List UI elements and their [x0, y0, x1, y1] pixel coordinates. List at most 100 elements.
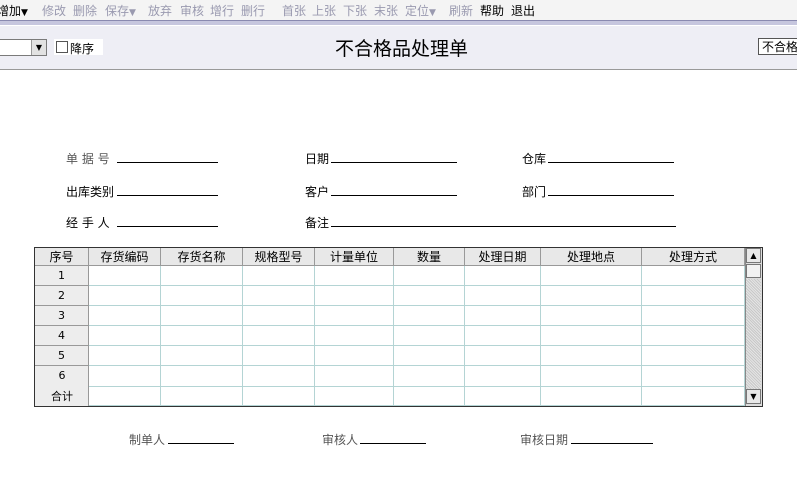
chevron-down-icon[interactable]: ▼	[31, 40, 46, 55]
column-header[interactable]: 规格型号	[243, 248, 315, 266]
table-cell[interactable]	[161, 366, 243, 387]
table-cell[interactable]	[89, 387, 161, 406]
table-cell[interactable]	[161, 326, 243, 346]
table-cell[interactable]	[315, 387, 394, 406]
table-cell[interactable]	[315, 346, 394, 366]
help-button[interactable]: 帮助	[480, 2, 504, 19]
audit-button[interactable]: 审核	[180, 2, 204, 19]
table-cell[interactable]	[394, 346, 465, 366]
table-cell[interactable]	[243, 286, 315, 306]
vertical-scrollbar[interactable]: ▲ ▼	[745, 248, 762, 406]
prev-button[interactable]: 上张	[312, 2, 336, 19]
locate-button[interactable]: 定位▼	[405, 2, 436, 19]
table-cell[interactable]	[161, 266, 243, 286]
remark-field[interactable]	[331, 226, 676, 227]
scroll-down-icon[interactable]: ▼	[746, 389, 761, 404]
sort-desc-checkbox[interactable]	[56, 41, 68, 53]
template-select[interactable]: ▼	[0, 39, 47, 56]
column-header[interactable]: 存货编码	[89, 248, 161, 266]
table-cell[interactable]	[394, 387, 465, 406]
table-cell[interactable]	[394, 286, 465, 306]
table-cell[interactable]	[315, 286, 394, 306]
table-cell[interactable]	[465, 286, 541, 306]
table-cell[interactable]	[465, 387, 541, 406]
table-cell[interactable]	[89, 346, 161, 366]
table-cell[interactable]	[541, 366, 642, 387]
table-cell[interactable]	[161, 306, 243, 326]
table-cell[interactable]	[642, 286, 745, 306]
table-cell[interactable]	[161, 346, 243, 366]
discard-button[interactable]: 放弃	[148, 2, 172, 19]
table-cell[interactable]	[243, 306, 315, 326]
column-header[interactable]: 数量	[394, 248, 465, 266]
items-table: 序号 存货编码 存货名称 规格型号 计量单位 数量 处理日期 处理地点 处理方式…	[34, 247, 763, 407]
table-cell[interactable]	[243, 387, 315, 406]
table-cell[interactable]	[161, 387, 243, 406]
scroll-thumb[interactable]	[746, 264, 761, 278]
table-cell[interactable]	[161, 286, 243, 306]
table-cell[interactable]	[89, 326, 161, 346]
table-cell[interactable]	[243, 346, 315, 366]
print-template-select[interactable]: 不合格品处理单	[758, 38, 797, 55]
table-cell[interactable]	[394, 366, 465, 387]
table-cell[interactable]	[465, 366, 541, 387]
table-cell[interactable]	[89, 306, 161, 326]
table-cell[interactable]	[541, 346, 642, 366]
table-cell[interactable]	[315, 326, 394, 346]
table-cell[interactable]	[465, 326, 541, 346]
column-header[interactable]: 处理地点	[541, 248, 642, 266]
table-cell[interactable]	[642, 306, 745, 326]
table-cell[interactable]	[541, 286, 642, 306]
customer-field[interactable]	[331, 195, 457, 196]
table-cell[interactable]	[315, 366, 394, 387]
column-header[interactable]: 存货名称	[161, 248, 243, 266]
refresh-button[interactable]: 刷新	[449, 2, 473, 19]
table-cell[interactable]	[89, 266, 161, 286]
table-cell[interactable]	[243, 366, 315, 387]
column-header[interactable]: 处理日期	[465, 248, 541, 266]
maker-label: 制单人	[129, 433, 166, 447]
warehouse-field[interactable]	[548, 162, 674, 163]
table-cell[interactable]	[465, 266, 541, 286]
column-header[interactable]: 处理方式	[642, 248, 745, 266]
table-cell[interactable]	[642, 387, 745, 406]
sort-desc-toggle[interactable]: 降序	[54, 39, 103, 56]
scroll-up-icon[interactable]: ▲	[746, 248, 761, 263]
table-cell[interactable]	[642, 266, 745, 286]
table-cell[interactable]	[541, 387, 642, 406]
table-cell[interactable]	[642, 326, 745, 346]
last-button[interactable]: 末张	[374, 2, 398, 19]
table-cell[interactable]	[394, 266, 465, 286]
table-cell[interactable]	[642, 346, 745, 366]
delete-row-button[interactable]: 删行	[241, 2, 265, 19]
handler-field[interactable]	[117, 226, 218, 227]
add-row-button[interactable]: 增行	[210, 2, 234, 19]
add-button[interactable]: 增加▼	[0, 2, 28, 19]
table-cell[interactable]	[465, 346, 541, 366]
next-button[interactable]: 下张	[343, 2, 367, 19]
out-type-field[interactable]	[117, 195, 218, 196]
first-button[interactable]: 首张	[282, 2, 306, 19]
department-field[interactable]	[548, 195, 674, 196]
column-header[interactable]: 计量单位	[315, 248, 394, 266]
table-cell[interactable]	[243, 326, 315, 346]
doc-no-field[interactable]	[117, 162, 218, 163]
table-cell[interactable]	[541, 326, 642, 346]
table-cell[interactable]	[465, 306, 541, 326]
table-cell[interactable]	[394, 306, 465, 326]
table-cell[interactable]	[89, 286, 161, 306]
table-cell[interactable]	[541, 306, 642, 326]
table-cell[interactable]	[315, 306, 394, 326]
table-cell[interactable]	[541, 266, 642, 286]
date-field[interactable]	[331, 162, 457, 163]
table-cell[interactable]	[394, 326, 465, 346]
table-cell[interactable]	[315, 266, 394, 286]
delete-button[interactable]: 删除	[73, 2, 97, 19]
edit-button[interactable]: 修改	[42, 2, 66, 19]
save-button[interactable]: 保存▼	[105, 2, 136, 19]
table-cell[interactable]	[89, 366, 161, 387]
scroll-track[interactable]	[746, 279, 761, 389]
exit-button[interactable]: 退出	[511, 2, 535, 19]
table-cell[interactable]	[642, 366, 745, 387]
table-cell[interactable]	[243, 266, 315, 286]
